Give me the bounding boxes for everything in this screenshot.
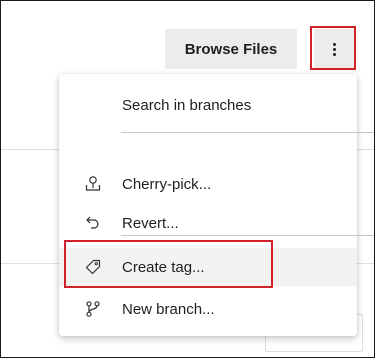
create-tag-highlight (64, 240, 273, 288)
menu-item-label: Revert... (122, 214, 179, 232)
menu-item-label: Cherry-pick... (122, 175, 212, 193)
revert-icon (83, 213, 103, 233)
more-actions-highlight (310, 26, 356, 70)
browse-files-button[interactable]: Browse Files (165, 29, 297, 69)
menu-divider (121, 235, 374, 236)
menu-divider (121, 132, 374, 133)
menu-item-revert[interactable]: Revert... (59, 204, 357, 242)
menu-item-label: Search in branches (122, 96, 252, 114)
cherry-pick-icon (83, 174, 103, 194)
menu-item-cherry-pick[interactable]: Cherry-pick... (59, 165, 357, 203)
menu-item-label: New branch... (122, 300, 215, 318)
more-actions-menu: Search in branches Cherry-pick... Revert… (59, 74, 374, 336)
screenshot-frame: Browse Files Search in branches Cherry-p… (0, 0, 375, 358)
menu-item-search-in-branches[interactable]: Search in branches (59, 86, 357, 124)
menu-item-new-branch[interactable]: New branch... (59, 290, 357, 328)
branch-icon (83, 299, 103, 319)
